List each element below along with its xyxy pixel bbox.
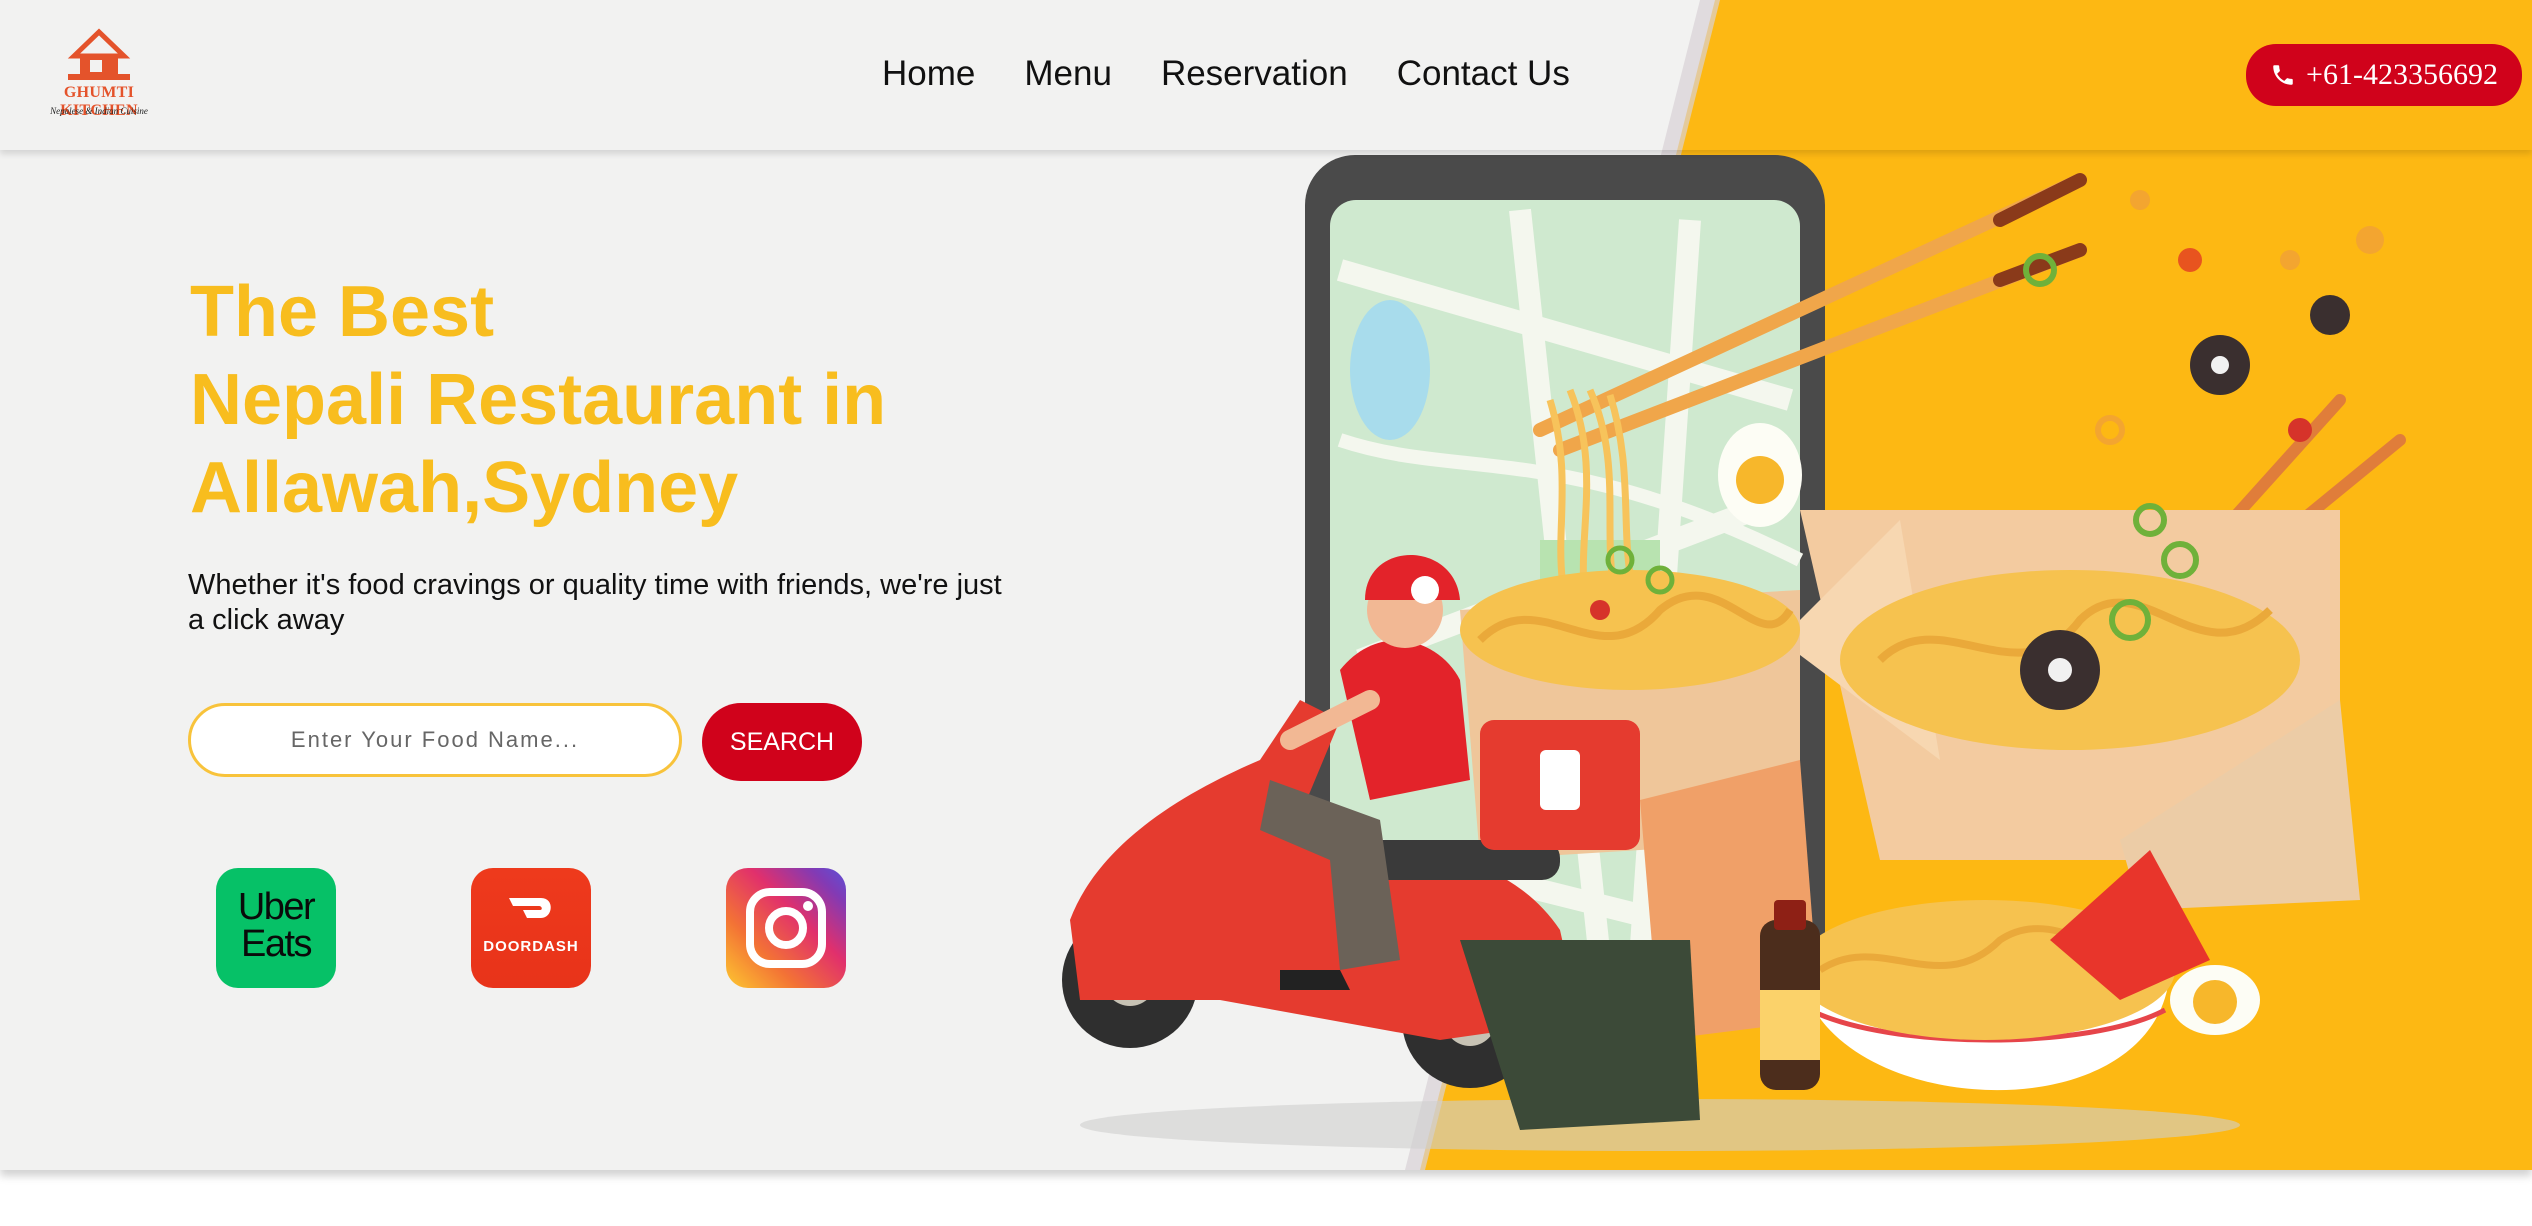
logo-tagline: Nepalese & Indian Cuisine <box>50 106 148 116</box>
nav-home[interactable]: Home <box>882 52 975 96</box>
search-button[interactable]: SEARCH <box>702 703 862 781</box>
phone-icon <box>2273 65 2293 85</box>
hero-subtitle: Whether it's food cravings or quality ti… <box>188 569 1002 636</box>
hero-title-line-2: Nepali Restaurant in <box>190 360 887 440</box>
navbar: GHUMTI KITCHEN Nepalese & Indian Cuisine… <box>0 0 2532 150</box>
sauce-bottle <box>1760 900 1820 1090</box>
doordash-label: DOORDASH <box>483 938 579 955</box>
search-input[interactable] <box>188 703 682 777</box>
uber-eats-line-2: Eats <box>240 923 313 965</box>
hero-title-line-1: The Best <box>190 272 495 352</box>
right-noodle-box <box>1780 510 2360 910</box>
hero-title-line-3: Allawah,Sydney <box>190 448 739 528</box>
hero-title: The Best Nepali Restaurant in Allawah,Sy… <box>190 268 1090 532</box>
uber-eats-link[interactable]: Uber Eats <box>216 868 336 988</box>
nav-reservation[interactable]: Reservation <box>1161 52 1348 96</box>
instagram-icon <box>746 888 826 968</box>
uber-eats-line-1: Uber <box>237 886 316 928</box>
phone-number: +61-423356692 <box>2306 58 2498 91</box>
nav-links: Home Menu Reservation Contact Us <box>882 52 1570 96</box>
delivery-illustration <box>1062 155 2406 1151</box>
phone-button[interactable]: +61-423356692 <box>2246 44 2522 106</box>
nav-contact-us[interactable]: Contact Us <box>1397 52 1570 96</box>
doordash-link[interactable]: DOORDASH <box>471 868 591 988</box>
doordash-icon <box>509 898 551 918</box>
instagram-link[interactable] <box>726 868 846 988</box>
nav-menu[interactable]: Menu <box>1024 52 1112 96</box>
hero-section: GHUMTI KITCHEN Nepalese & Indian Cuisine… <box>0 0 2532 1170</box>
house-logo-icon <box>67 28 131 80</box>
logo[interactable]: GHUMTI KITCHEN Nepalese & Indian Cuisine <box>24 28 174 120</box>
